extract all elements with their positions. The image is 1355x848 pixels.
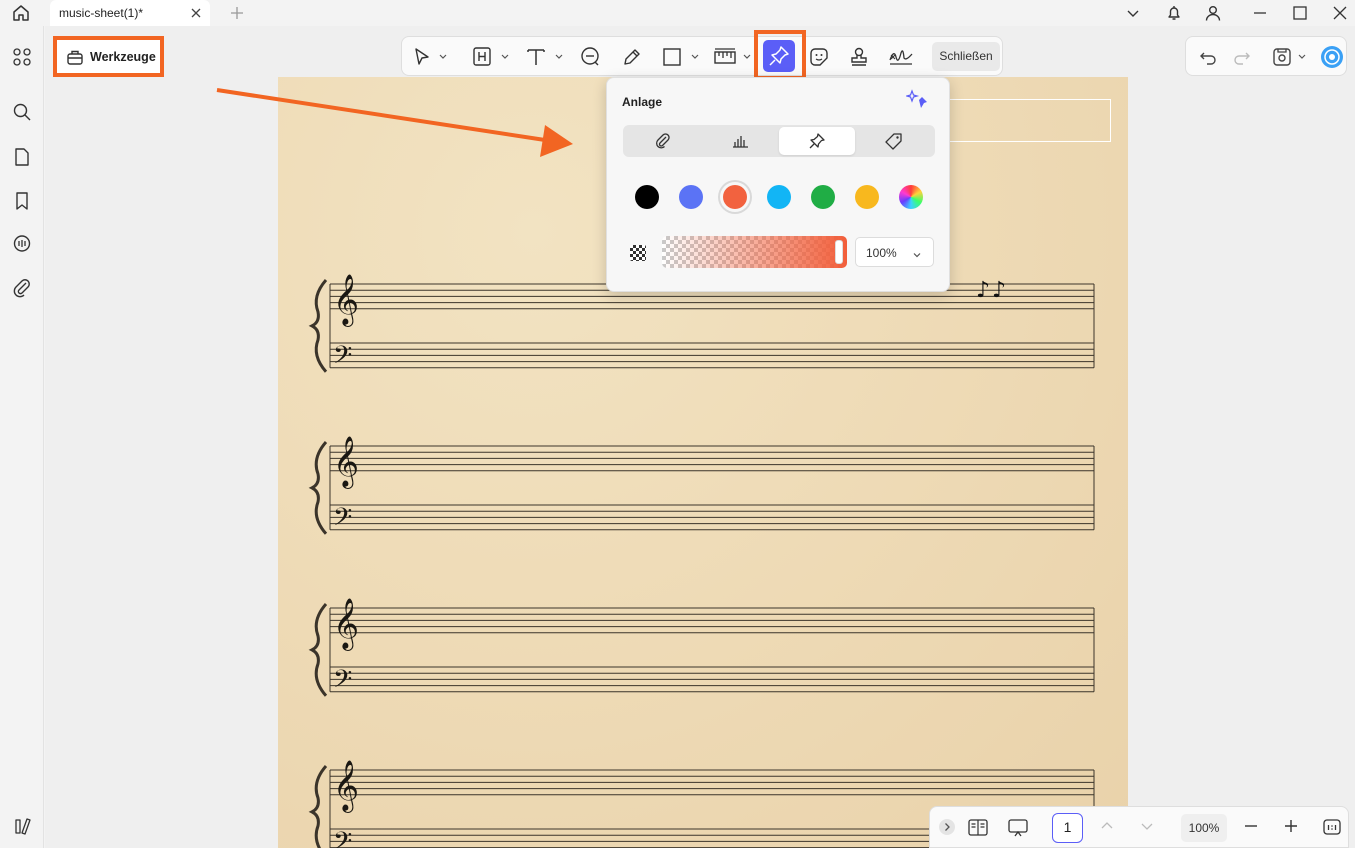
attachment-type-selector <box>623 125 935 157</box>
color-swatch-yellow[interactable] <box>855 185 879 209</box>
chevron-down-icon <box>912 247 922 265</box>
page-number-input[interactable]: 1 <box>1052 813 1083 843</box>
segment-pin[interactable] <box>779 127 855 155</box>
chevron-up-icon[interactable] <box>1098 817 1116 840</box>
presentation-icon[interactable] <box>1007 817 1029 844</box>
color-swatch-orange[interactable] <box>723 185 747 209</box>
segment-tag[interactable] <box>856 127 932 155</box>
segment-attachment[interactable] <box>625 127 701 155</box>
color-swatch-black[interactable] <box>635 185 659 209</box>
attachment-popup: Anlage 100% <box>606 77 950 292</box>
zoom-out-icon[interactable] <box>1242 817 1260 840</box>
chevron-down-icon[interactable] <box>1138 817 1156 840</box>
ai-sparkle-icon[interactable] <box>904 89 930 111</box>
reading-mode-icon[interactable] <box>967 817 989 844</box>
chart-icon <box>733 136 748 148</box>
popup-title: Anlage <box>622 95 663 109</box>
color-picker-rainbow[interactable] <box>899 185 923 209</box>
opacity-slider[interactable] <box>662 236 847 268</box>
status-bar: 1 100% <box>929 806 1349 848</box>
opacity-value: 100% <box>866 246 897 260</box>
color-swatch-cyan[interactable] <box>767 185 791 209</box>
color-swatch-green[interactable] <box>811 185 835 209</box>
segment-chart[interactable] <box>702 127 778 155</box>
zoom-in-icon[interactable] <box>1282 817 1300 840</box>
tag-icon <box>885 133 902 150</box>
opacity-icon <box>630 245 646 261</box>
paperclip-icon <box>656 133 670 149</box>
pin-icon <box>809 133 825 149</box>
zoom-level[interactable]: 100% <box>1181 814 1227 842</box>
expand-icon[interactable] <box>938 818 956 841</box>
opacity-slider-thumb[interactable] <box>835 240 843 264</box>
opacity-select[interactable]: 100% <box>855 237 934 267</box>
fit-page-icon[interactable] <box>1322 817 1342 842</box>
color-swatch-blue[interactable] <box>679 185 703 209</box>
